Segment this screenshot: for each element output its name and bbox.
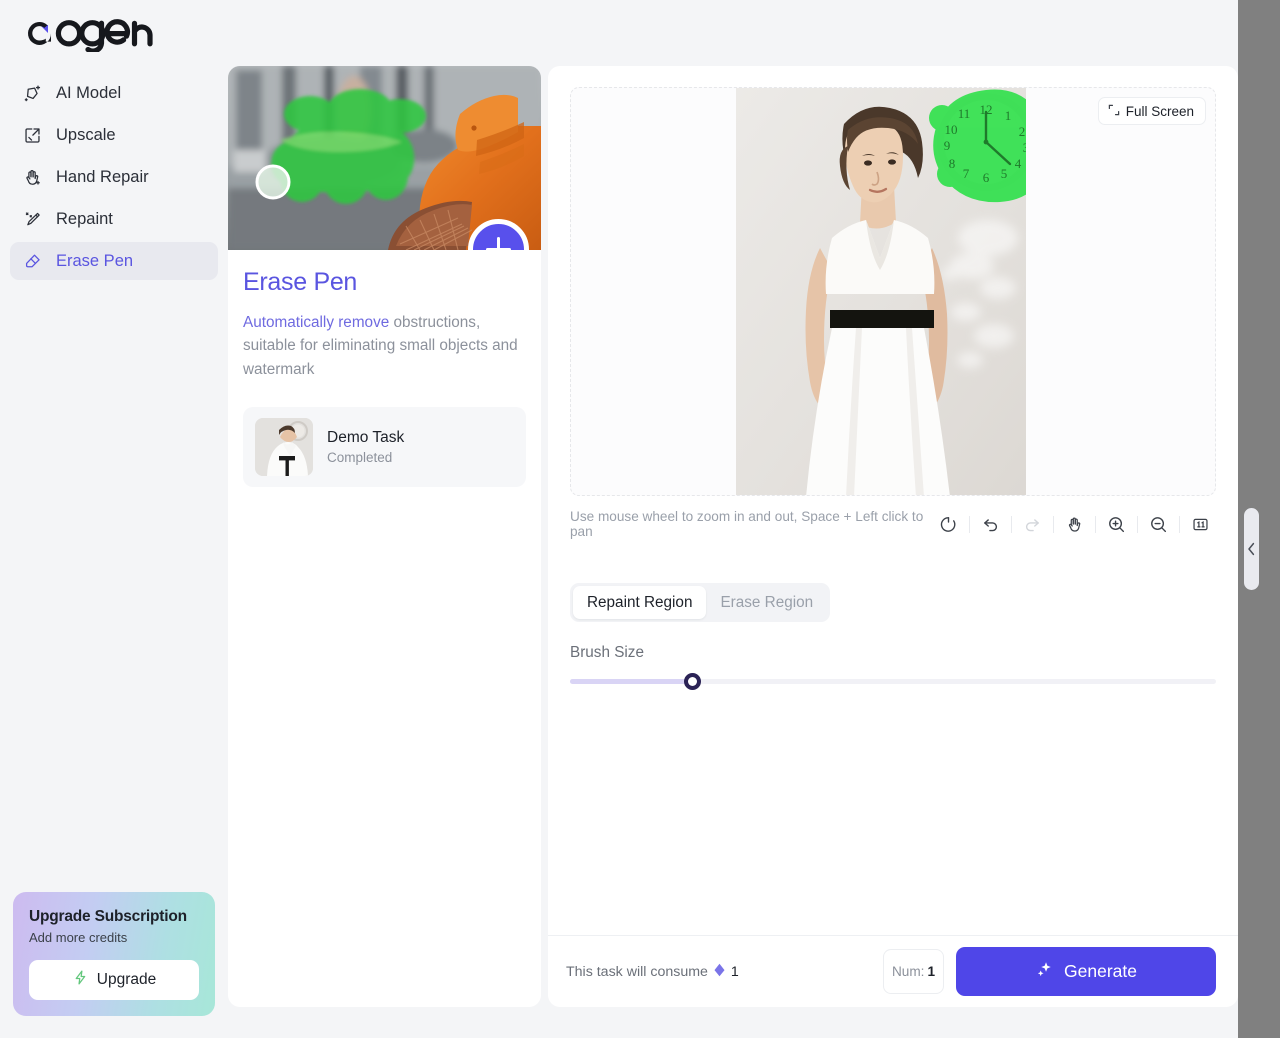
svg-text:10: 10 xyxy=(945,122,958,137)
sidebar-item-label: AI Model xyxy=(56,83,122,102)
canvas-tool-group xyxy=(933,510,1216,539)
task-thumbnail xyxy=(255,417,313,476)
sidebar-nav: AI Model Upscale Hand Repair Repaint Era… xyxy=(0,74,228,280)
region-mode-tabs: Repaint Region Erase Region xyxy=(570,583,831,622)
repaint-icon xyxy=(22,209,43,230)
upgrade-button[interactable]: Upgrade xyxy=(29,960,199,1000)
sidebar-item-label: Upscale xyxy=(56,125,116,144)
tool-card-panel: Erase Pen Automatically remove obstructi… xyxy=(228,66,541,1007)
ai-model-icon xyxy=(22,83,43,104)
task-name: Demo Task xyxy=(327,428,405,446)
svg-text:1: 1 xyxy=(1005,108,1012,123)
credit-cost-label: This task will consume xyxy=(566,963,708,980)
toolbar-divider xyxy=(1137,515,1138,533)
credit-cost: This task will consume 1 xyxy=(566,963,739,981)
brush-size-slider[interactable] xyxy=(570,672,1216,690)
upgrade-title: Upgrade Subscription xyxy=(29,908,187,925)
action-bar: This task will consume 1 Num: 1 Generate xyxy=(548,935,1238,1007)
svg-text:2: 2 xyxy=(1019,124,1026,139)
credit-cost-value: 1 xyxy=(730,963,739,980)
reset-icon[interactable] xyxy=(933,510,964,539)
task-info: Demo Task Completed xyxy=(327,429,404,465)
canvas-hint: Use mouse wheel to zoom in and out, Spac… xyxy=(570,509,924,539)
app-root: AI Model Upscale Hand Repair Repaint Era… xyxy=(0,0,1280,1038)
tab-erase-region[interactable]: Erase Region xyxy=(706,586,827,619)
slider-fill xyxy=(570,678,693,684)
quantity-stepper[interactable]: Num: 1 xyxy=(883,949,944,994)
actual-size-icon[interactable] xyxy=(1185,510,1216,539)
tool-description: Automatically remove obstructions, suita… xyxy=(243,311,526,381)
page-title: Erase Pen xyxy=(243,268,358,296)
sidebar-item-hand-repair[interactable]: Hand Repair xyxy=(10,158,218,196)
brand-logo[interactable] xyxy=(0,0,228,74)
svg-text:4: 4 xyxy=(1015,156,1022,171)
tool-hero-image xyxy=(228,66,541,250)
canvas-image: 12 1 2 3 4 5 6 7 8 9 10 11 xyxy=(736,88,1026,495)
toolbar-divider xyxy=(1011,515,1012,533)
tool-card-body: Erase Pen Automatically remove obstructi… xyxy=(228,250,541,487)
sidebar-item-label: Repaint xyxy=(56,209,113,228)
generate-button[interactable]: Generate xyxy=(956,947,1216,996)
svg-text:6: 6 xyxy=(983,170,990,185)
svg-text:11: 11 xyxy=(958,106,971,121)
image-canvas[interactable]: 12 1 2 3 4 5 6 7 8 9 10 11 xyxy=(570,87,1216,496)
sidebar: AI Model Upscale Hand Repair Repaint Era… xyxy=(0,0,228,1038)
sidebar-item-repaint[interactable]: Repaint xyxy=(10,200,218,238)
chevron-left-icon xyxy=(1248,542,1255,556)
num-label: Num: xyxy=(891,964,925,979)
undo-icon[interactable] xyxy=(975,510,1006,539)
brush-size-label: Brush Size xyxy=(570,644,644,661)
svg-text:9: 9 xyxy=(944,138,951,153)
tool-description-highlight: Automatically remove xyxy=(243,314,390,331)
list-item[interactable]: Demo Task Completed xyxy=(243,406,526,487)
pan-hand-icon[interactable] xyxy=(1059,510,1090,539)
credit-gem-icon xyxy=(713,963,726,981)
lightning-icon xyxy=(72,969,89,991)
tab-repaint-region[interactable]: Repaint Region xyxy=(573,586,707,619)
controls-spacer xyxy=(548,690,1238,935)
toolbar-divider xyxy=(1095,515,1096,533)
toolbar-divider xyxy=(969,515,970,533)
toolbar-divider xyxy=(1179,515,1180,533)
sparkle-icon xyxy=(1035,960,1054,984)
sidebar-item-upscale[interactable]: Upscale xyxy=(10,116,218,154)
svg-text:3: 3 xyxy=(1023,140,1026,155)
upgrade-subtitle: Add more credits xyxy=(29,930,128,945)
sidebar-item-label: Hand Repair xyxy=(56,167,149,186)
status-badge: Completed xyxy=(327,449,393,465)
editor-panel: 12 1 2 3 4 5 6 7 8 9 10 11 xyxy=(548,66,1238,1007)
sidebar-item-ai-model[interactable]: AI Model xyxy=(10,74,218,112)
svg-text:7: 7 xyxy=(963,166,970,181)
fullscreen-label: Full Screen xyxy=(1125,103,1194,119)
svg-text:8: 8 xyxy=(949,156,956,171)
fullscreen-icon xyxy=(1108,104,1120,119)
redo-icon xyxy=(1017,510,1048,539)
generate-label: Generate xyxy=(1064,961,1137,981)
zoom-in-icon[interactable] xyxy=(1101,510,1132,539)
slider-thumb[interactable] xyxy=(684,672,702,690)
canvas-toolbar: Use mouse wheel to zoom in and out, Spac… xyxy=(570,509,1216,539)
sidebar-item-erase-pen[interactable]: Erase Pen xyxy=(10,242,218,280)
upgrade-subscription-card: Upgrade Subscription Add more credits Up… xyxy=(13,892,215,1016)
upgrade-button-label: Upgrade xyxy=(96,971,157,988)
num-value: 1 xyxy=(927,964,936,979)
right-rail xyxy=(1238,0,1280,1038)
panel-collapse-handle[interactable] xyxy=(1244,508,1259,590)
toolbar-divider xyxy=(1053,515,1054,533)
erase-pen-icon xyxy=(22,251,43,272)
upscale-icon xyxy=(22,125,43,146)
svg-text:5: 5 xyxy=(1001,166,1008,181)
zoom-out-icon[interactable] xyxy=(1143,510,1174,539)
hand-repair-icon xyxy=(22,167,43,188)
fullscreen-button[interactable]: Full Screen xyxy=(1097,97,1206,125)
sidebar-item-label: Erase Pen xyxy=(56,251,134,270)
